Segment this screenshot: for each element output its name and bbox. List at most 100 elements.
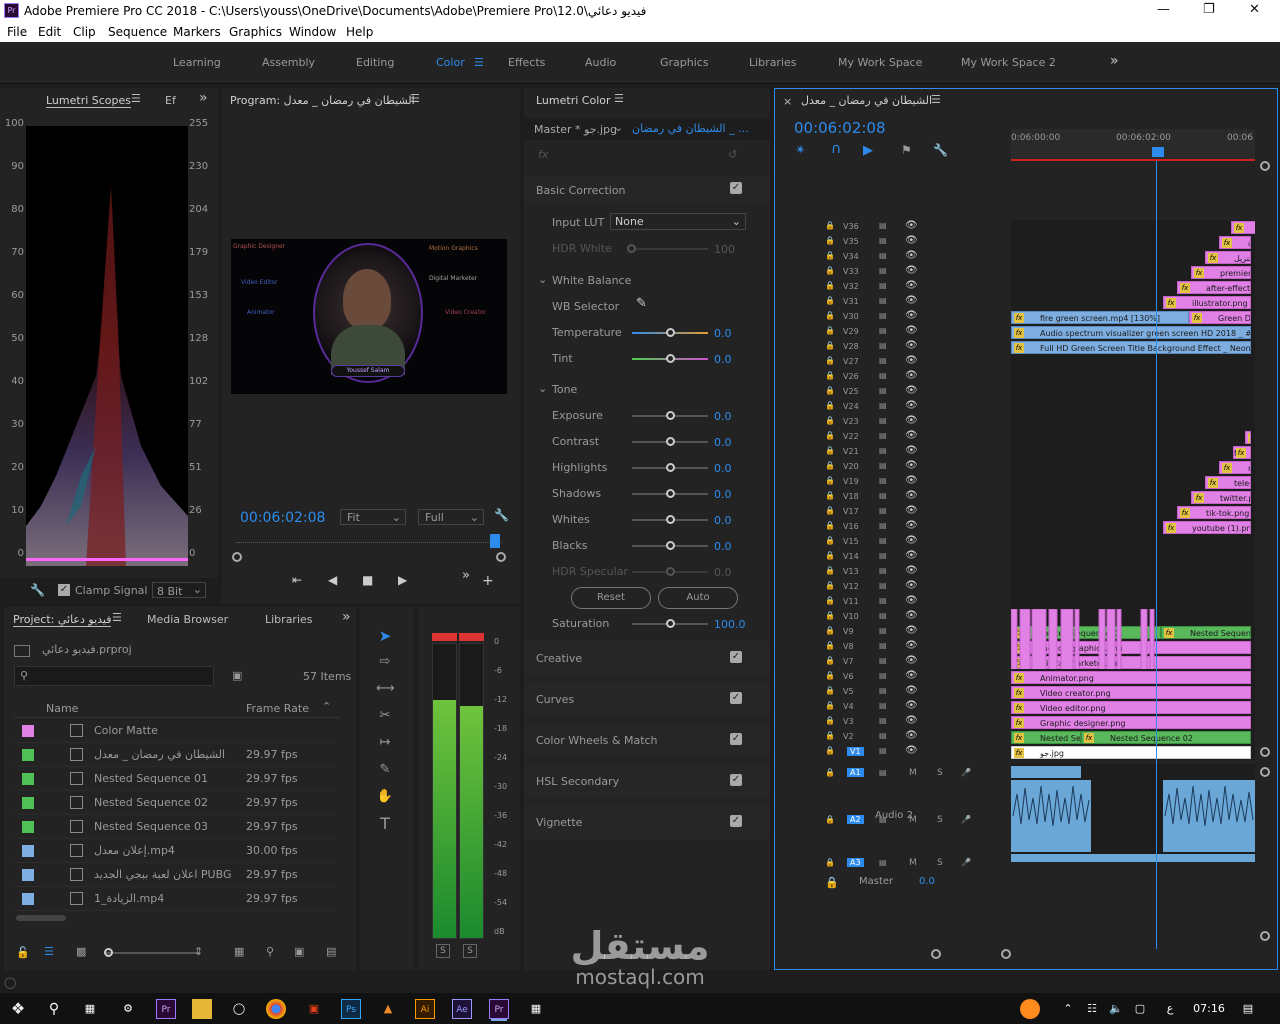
tab-project[interactable]: Project: فيديو دعائي	[13, 613, 112, 627]
lock-icon[interactable]: 🔒	[825, 815, 835, 824]
sync-lock-icon[interactable]: ▤	[879, 236, 887, 245]
eye-icon[interactable]: 👁	[905, 265, 918, 276]
lock-icon[interactable]: 🔒	[825, 446, 835, 455]
selection-tool-icon[interactable]: ➤	[376, 627, 394, 645]
tab-media-browser[interactable]: Media Browser	[147, 613, 228, 626]
tone-slider-knob[interactable]	[666, 411, 675, 420]
lock-icon[interactable]: 🔒	[825, 461, 835, 470]
video-track-header[interactable]: 🔒 V27 ▤ 👁	[775, 355, 1010, 370]
scroll-handle[interactable]	[1260, 747, 1270, 757]
lock-icon[interactable]: 🔒	[825, 251, 835, 260]
lock-icon[interactable]: 🔒	[825, 746, 835, 755]
video-track-header[interactable]: 🔒 V35 ▤ 👁	[775, 235, 1010, 250]
ws-color[interactable]: Color	[436, 56, 465, 69]
tone-slider-value[interactable]: 0.0	[714, 436, 732, 449]
network-icon[interactable]: ☷	[1082, 999, 1102, 1019]
track-select-icon[interactable]: ⇨	[376, 653, 394, 671]
lock-icon[interactable]: 🔒	[825, 581, 835, 590]
timeline-clip[interactable]: fx after-effects	[1177, 281, 1251, 294]
solo-button[interactable]: S	[937, 858, 943, 868]
program-scrubber[interactable]	[236, 542, 502, 552]
volume-icon[interactable]: 🔈	[1106, 999, 1126, 1019]
video-track-header[interactable]: 🔒 V12 ▤ 👁	[775, 580, 1010, 595]
eye-icon[interactable]: 👁	[905, 340, 918, 351]
ripple-edit-icon[interactable]: ⟷	[376, 680, 395, 698]
tint-knob[interactable]	[666, 354, 675, 363]
lock-icon[interactable]: 🔒	[825, 876, 839, 889]
lock-icon[interactable]: 🔒	[825, 536, 835, 545]
program-timecode[interactable]: 00:06:02:08	[240, 510, 325, 526]
lumetri-section-checkbox[interactable]: ✓	[730, 692, 742, 704]
eye-icon[interactable]: 👁	[905, 700, 918, 711]
eye-icon[interactable]: 👁	[905, 535, 918, 546]
chevron-down-icon[interactable]: ⌄	[538, 273, 547, 286]
close-tab-icon[interactable]: ×	[783, 95, 792, 108]
project-item-row[interactable]: اعلان لعبة ببجي الجديد PUBG 29.97 fps	[14, 863, 334, 887]
video-track-header[interactable]: 🔒 V4 ▤ 👁	[775, 700, 1010, 715]
panel-menu-icon[interactable]: ☰	[410, 92, 420, 105]
sync-lock-icon[interactable]: ▤	[879, 731, 887, 740]
sync-lock-icon[interactable]: ▤	[879, 551, 887, 560]
restore-icon[interactable]: ❐	[1203, 2, 1215, 17]
ws-my-work-space-2[interactable]: My Work Space 2	[961, 56, 1056, 69]
video-track-header[interactable]: 🔒 V14 ▤ 👁	[775, 550, 1010, 565]
timeline-clip[interactable]: fx Green Direct	[1189, 311, 1251, 324]
scroll-handle[interactable]	[1260, 161, 1270, 171]
ws-libraries[interactable]: Libraries	[749, 56, 797, 69]
premiere-taskbar-icon[interactable]: Pr	[156, 999, 176, 1019]
lock-icon[interactable]: 🔒	[825, 521, 835, 530]
lock-icon[interactable]: 🔒	[825, 768, 835, 777]
tone-slider-knob[interactable]	[666, 515, 675, 524]
menu-file[interactable]: File	[7, 25, 27, 39]
add-marker-icon[interactable]: ⚑	[901, 143, 912, 157]
video-track-header[interactable]: 🔒 V17 ▤ 👁	[775, 505, 1010, 520]
lumetri-section[interactable]: HSL Secondary ✓	[524, 764, 770, 798]
timeline-settings-icon[interactable]: 🔧	[933, 143, 948, 157]
eye-icon[interactable]: 👁	[905, 730, 918, 741]
sync-lock-icon[interactable]: ▤	[879, 686, 887, 695]
lock-icon[interactable]: 🔒	[825, 371, 835, 380]
list-view-icon[interactable]: ☰	[44, 945, 54, 958]
timeline-clip[interactable]: fx Video creator.png	[1011, 686, 1251, 699]
eye-icon[interactable]: 👁	[905, 685, 918, 696]
eye-icon[interactable]: 👁	[905, 745, 918, 756]
timeline-vscroll[interactable]	[1259, 161, 1271, 951]
eye-icon[interactable]: 👁	[905, 505, 918, 516]
sync-lock-icon[interactable]: ▤	[879, 416, 887, 425]
sync-lock-icon[interactable]: ▤	[879, 858, 887, 867]
tone-slider-value[interactable]: 0.0	[714, 410, 732, 423]
sync-lock-icon[interactable]: ▤	[879, 611, 887, 620]
menu-window[interactable]: Window	[289, 25, 336, 39]
clamp-signal-checkbox[interactable]: ✓	[58, 584, 70, 596]
bit-depth-select[interactable]: 8 Bit ⌄	[152, 582, 206, 598]
lock-icon[interactable]: 🔒	[825, 701, 835, 710]
timeline-clip[interactable]: fx illustrator.png	[1163, 296, 1251, 309]
sync-lock-icon[interactable]: ▤	[879, 356, 887, 365]
chevron-down-icon[interactable]: ⌄	[538, 382, 547, 395]
sequence-clip-label[interactable]: الشيطان في رمضان _ ...	[632, 122, 749, 135]
lumetri-section[interactable]: Curves ✓	[524, 682, 770, 716]
eye-icon[interactable]: 👁	[905, 385, 918, 396]
label-color-swatch[interactable]	[22, 749, 34, 761]
quality-select[interactable]: Full ⌄	[418, 509, 484, 525]
eye-icon[interactable]: 👁	[905, 670, 918, 681]
sort-up-icon[interactable]: ⌃	[322, 700, 331, 713]
ws-editing[interactable]: Editing	[356, 56, 394, 69]
automate-icon[interactable]: ▦	[234, 945, 244, 958]
sync-lock-icon[interactable]: ▤	[879, 341, 887, 350]
weather-icon[interactable]	[1020, 999, 1040, 1019]
project-item-row[interactable]: الشيطان في رمضان _ معدل 29.97 fps	[14, 743, 334, 767]
lock-icon[interactable]: 🔒	[825, 326, 835, 335]
sync-lock-icon[interactable]: ▤	[879, 716, 887, 725]
ws-effects[interactable]: Effects	[508, 56, 545, 69]
razor-tool-icon[interactable]: ✂	[376, 707, 394, 725]
eye-icon[interactable]: 👁	[905, 445, 918, 456]
eye-icon[interactable]: 👁	[905, 565, 918, 576]
fit-select[interactable]: Fit ⌄	[340, 509, 406, 525]
hscroll-handle-left[interactable]	[931, 949, 941, 959]
video-track-header[interactable]: 🔒 V13 ▤ 👁	[775, 565, 1010, 580]
overflow-icon[interactable]: »	[199, 90, 208, 106]
tone-slider-value[interactable]: 0.0	[714, 514, 732, 527]
ws-menu-icon[interactable]: ☰	[474, 56, 484, 69]
mute-button[interactable]: M	[909, 858, 917, 868]
